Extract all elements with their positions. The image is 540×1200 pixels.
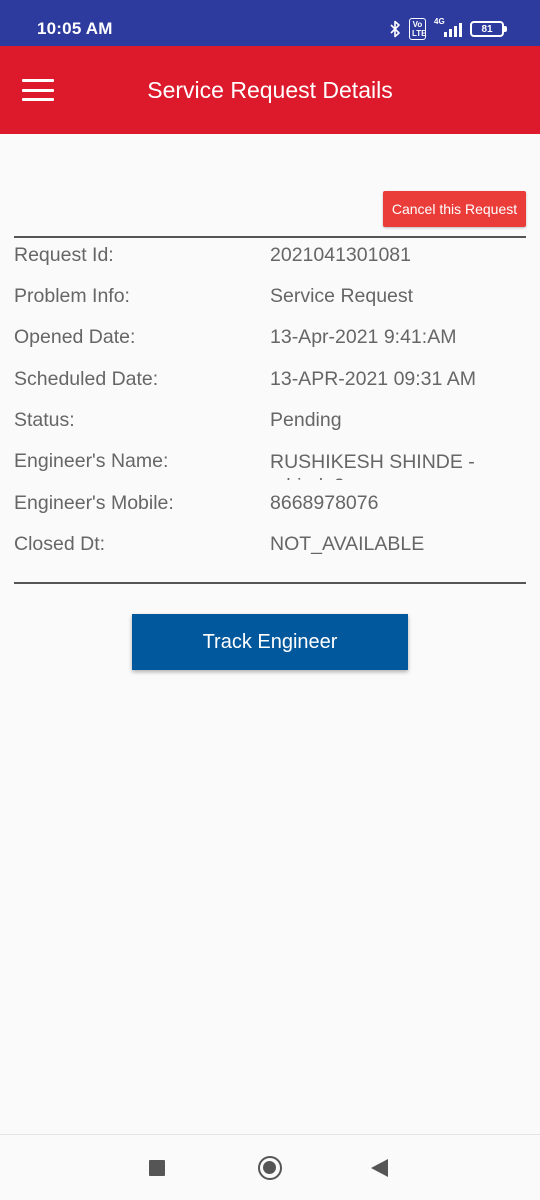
detail-row-status: Status: Pending bbox=[0, 402, 540, 443]
detail-value: 13-Apr-2021 9:41:AM bbox=[270, 326, 457, 348]
detail-row-engineer-name: Engineer's Name: RUSHIKESH SHINDE - rshi… bbox=[0, 443, 540, 484]
page-title: Service Request Details bbox=[147, 77, 393, 103]
bluetooth-icon bbox=[390, 20, 400, 38]
detail-label: Scheduled Date: bbox=[14, 368, 159, 390]
detail-row-closed-date: Closed Dt: NOT_AVAILABLE bbox=[0, 526, 540, 567]
detail-value: 13-APR-2021 09:31 AM bbox=[270, 368, 476, 390]
detail-value: 8668978076 bbox=[270, 492, 379, 514]
battery-icon: 81 bbox=[470, 21, 507, 37]
detail-value: 2021041301081 bbox=[270, 244, 411, 266]
status-icons: Vo LTE 4G 81 bbox=[389, 17, 507, 40]
recents-square-icon[interactable] bbox=[149, 1160, 165, 1176]
detail-value: Service Request bbox=[270, 285, 414, 307]
detail-label: Engineer's Name: bbox=[14, 450, 169, 472]
detail-label: Closed Dt: bbox=[14, 533, 106, 555]
track-engineer-button[interactable]: Track Engineer bbox=[132, 614, 408, 670]
status-bar: 10:05 AM Vo LTE 4G 81 bbox=[0, 0, 540, 46]
battery-level: 81 bbox=[481, 23, 493, 35]
detail-value: RUSHIKESH SHINDE - rshinde9 bbox=[270, 451, 475, 480]
detail-label: Opened Date: bbox=[14, 326, 136, 348]
system-nav-bar bbox=[0, 1134, 540, 1200]
detail-row-opened-date: Opened Date: 13-Apr-2021 9:41:AM bbox=[0, 319, 540, 360]
back-triangle-icon[interactable] bbox=[371, 1159, 388, 1177]
home-circle-icon[interactable] bbox=[258, 1156, 282, 1180]
detail-row-problem-info: Problem Info: Service Request bbox=[0, 278, 540, 319]
detail-value: Pending bbox=[270, 409, 342, 431]
app-bar: Service Request Details bbox=[0, 46, 540, 134]
cancel-request-button[interactable]: Cancel this Request bbox=[383, 191, 526, 227]
volte-icon: Vo LTE bbox=[409, 18, 427, 40]
status-time: 10:05 AM bbox=[37, 19, 113, 38]
detail-label: Status: bbox=[14, 409, 75, 431]
detail-row-engineer-mobile: Engineer's Mobile: 8668978076 bbox=[0, 485, 540, 526]
signal-icon: 4G bbox=[434, 17, 462, 38]
divider-bottom bbox=[14, 582, 526, 584]
detail-label: Engineer's Mobile: bbox=[14, 492, 174, 514]
detail-label: Request Id: bbox=[14, 244, 114, 266]
detail-value: NOT_AVAILABLE bbox=[270, 533, 425, 555]
detail-label: Problem Info: bbox=[14, 285, 130, 307]
detail-row-request-id: Request Id: 2021041301081 bbox=[0, 237, 540, 278]
detail-row-scheduled-date: Scheduled Date: 13-APR-2021 09:31 AM bbox=[0, 361, 540, 402]
